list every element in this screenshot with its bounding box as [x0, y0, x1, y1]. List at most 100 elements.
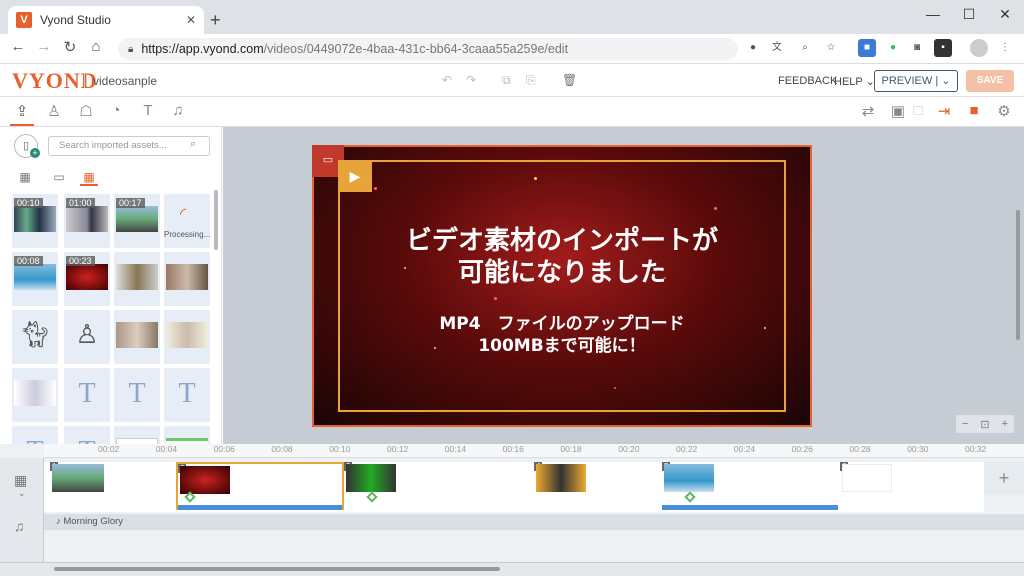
document-asset-thumbnail[interactable] [114, 426, 160, 444]
add-icon[interactable]: + [30, 148, 40, 158]
chart-icon[interactable]: ◔ [104, 102, 128, 119]
doctors-thumbnail[interactable] [12, 368, 58, 422]
profile-avatar-icon[interactable] [970, 39, 988, 57]
zoom-in-icon[interactable]: + [1002, 418, 1008, 430]
text-asset-icon[interactable]: T [12, 426, 58, 444]
color-swatch-icon[interactable]: □ [906, 102, 930, 119]
asset-scrollbar[interactable] [214, 190, 218, 250]
settings-gear-icon[interactable]: ⚙ [992, 102, 1016, 120]
audio-track-icon: ♫ [14, 518, 25, 534]
enter-icon[interactable]: ⇥ [932, 102, 956, 120]
asset-duration: 00:08 [14, 256, 43, 266]
asset-thumbnail[interactable]: 00:10 [12, 194, 58, 248]
asset-thumbnail[interactable]: 00:23 [64, 252, 110, 306]
text-icon[interactable]: T [136, 102, 160, 119]
scene-clip[interactable]: 5 [662, 462, 840, 510]
maximize-window-icon[interactable]: ☐ [954, 6, 984, 23]
home-icon[interactable]: ⌂ [86, 38, 106, 55]
video-camera-icon[interactable]: ■ [962, 102, 986, 119]
close-tab-icon[interactable]: ✕ [186, 13, 196, 27]
canvas-sub-line1: MP4 ファイルのアップロード [439, 314, 685, 334]
grid-view-icon[interactable]: ▦ [80, 170, 98, 186]
back-arrow-icon[interactable]: ← [8, 38, 28, 55]
asset-thumbnail[interactable] [114, 252, 160, 306]
add-scene-button[interactable]: + [984, 462, 1024, 494]
text-asset-icon[interactable]: T [64, 426, 110, 444]
table-asset-thumbnail[interactable] [164, 426, 210, 444]
extension-dark-icon[interactable]: ▪ [934, 39, 952, 57]
cat-character-thumbnail[interactable]: 🐈︎ [12, 310, 58, 364]
asset-thumbnail[interactable]: 00:17 [114, 194, 160, 248]
video-name[interactable]: videosanple [84, 74, 157, 88]
expand-chevron-icon[interactable]: ⌄ [18, 488, 26, 499]
character-icon[interactable]: ♙ [42, 102, 66, 120]
undo-icon[interactable]: ↶ [442, 73, 452, 87]
forward-arrow-icon[interactable]: → [34, 38, 54, 55]
text-asset-icon[interactable]: T [64, 368, 110, 422]
asset-thumbnail[interactable] [164, 252, 210, 306]
zoom-controls: − ⊡ + [956, 415, 1014, 433]
extension-icon[interactable]: ■ [858, 39, 876, 57]
timeline-tick: 00:20 [618, 444, 640, 454]
timeline-scrollbar[interactable] [54, 567, 500, 571]
asset-thumbnail[interactable] [114, 310, 160, 364]
zoom-out-icon[interactable]: − [962, 418, 968, 430]
asset-duration: 01:00 [66, 198, 95, 208]
stage-scrollbar[interactable] [1016, 210, 1020, 340]
timeline-ruler[interactable]: 00:02 00:04 00:06 00:08 00:10 00:12 00:14 00:16… [44, 444, 1024, 458]
timeline-tick: 00:24 [733, 444, 756, 454]
delete-icon[interactable]: 🗑︎ [562, 73, 577, 87]
props-icon[interactable]: ☖ [74, 102, 98, 120]
translate-icon[interactable]: 文 [768, 39, 786, 57]
asset-thumbnail[interactable]: 01:00 [64, 194, 110, 248]
scene-clip-selected[interactable]: 2 [176, 462, 344, 510]
video-filter-icon[interactable]: ▦ [16, 170, 34, 184]
canvas-title[interactable]: ビデオ素材のインポートが 可能になりました [340, 225, 784, 289]
feedback-button[interactable]: FEEDBACK [778, 75, 837, 87]
new-tab-icon[interactable]: + [210, 10, 221, 31]
asset-duration: 00:23 [66, 256, 95, 266]
url-host: https://app.vyond.com [141, 42, 264, 56]
timeline-sidebar: ▦ ⌄ ♫ − + [0, 458, 44, 576]
asset-thumbnail[interactable]: 00:08 [12, 252, 58, 306]
help-button[interactable]: HELP ⌄ [834, 75, 875, 88]
paste-icon[interactable]: ⎘ [526, 73, 536, 88]
camera-icon[interactable]: ◙ [908, 39, 926, 57]
bookmark-star-icon[interactable]: ☆ [822, 39, 840, 57]
address-bar[interactable]: 🔒︎ https://app.vyond.com/videos/0449072e… [118, 38, 738, 60]
save-button[interactable]: SAVE [966, 70, 1014, 92]
canvas-subtitle[interactable]: MP4 ファイルのアップロード 100MBまで可能に！ [340, 313, 784, 357]
audio-track-bar[interactable] [44, 514, 1024, 530]
scene-clip[interactable]: 4 [534, 462, 660, 494]
processing-label: Processing... [164, 230, 210, 239]
preview-button[interactable]: PREVIEW | ⌄ [874, 70, 958, 92]
close-window-icon[interactable]: ✕ [990, 6, 1020, 23]
video-track-icon: ▦ [14, 472, 28, 488]
asset-thumbnail[interactable] [164, 310, 210, 364]
text-asset-icon[interactable]: T [114, 368, 160, 422]
blocked-cookie-icon[interactable]: ● [744, 39, 762, 57]
scene-clip[interactable]: 3 [344, 462, 532, 503]
reload-icon[interactable]: ↻ [60, 38, 80, 56]
search-icon: ⌕ [190, 138, 197, 150]
man-character-thumbnail[interactable]: ♙ [64, 310, 110, 364]
asset-thumbnail-processing[interactable]: ◜ Processing... [164, 194, 210, 248]
music-icon[interactable]: ♫ [166, 102, 190, 119]
text-asset-icon[interactable]: T [164, 368, 210, 422]
minimize-window-icon[interactable]: — [918, 6, 948, 22]
timeline-tick: 00:10 [329, 444, 351, 454]
scene-clip[interactable]: 1 [50, 462, 174, 494]
fit-screen-icon[interactable]: ⊡ [980, 418, 989, 431]
browser-tab[interactable]: V Vyond Studio ✕ [8, 6, 204, 34]
menu-kebab-icon[interactable]: ⋮ [996, 39, 1014, 57]
swap-icon[interactable]: ⇄ [856, 102, 880, 120]
zoom-icon[interactable]: ⌕ [796, 39, 814, 57]
search-input[interactable]: Search imported assets... [48, 136, 210, 156]
folder-icon[interactable]: ▭ [50, 170, 68, 184]
copy-icon[interactable]: ⧉ [502, 73, 511, 88]
vyond-favicon-icon: V [16, 12, 32, 28]
upload-icon[interactable]: ⇪ [10, 102, 34, 126]
redo-icon[interactable]: ↷ [466, 73, 476, 87]
evernote-icon[interactable]: ● [884, 39, 902, 57]
scene-clip[interactable]: 6 [840, 462, 980, 494]
